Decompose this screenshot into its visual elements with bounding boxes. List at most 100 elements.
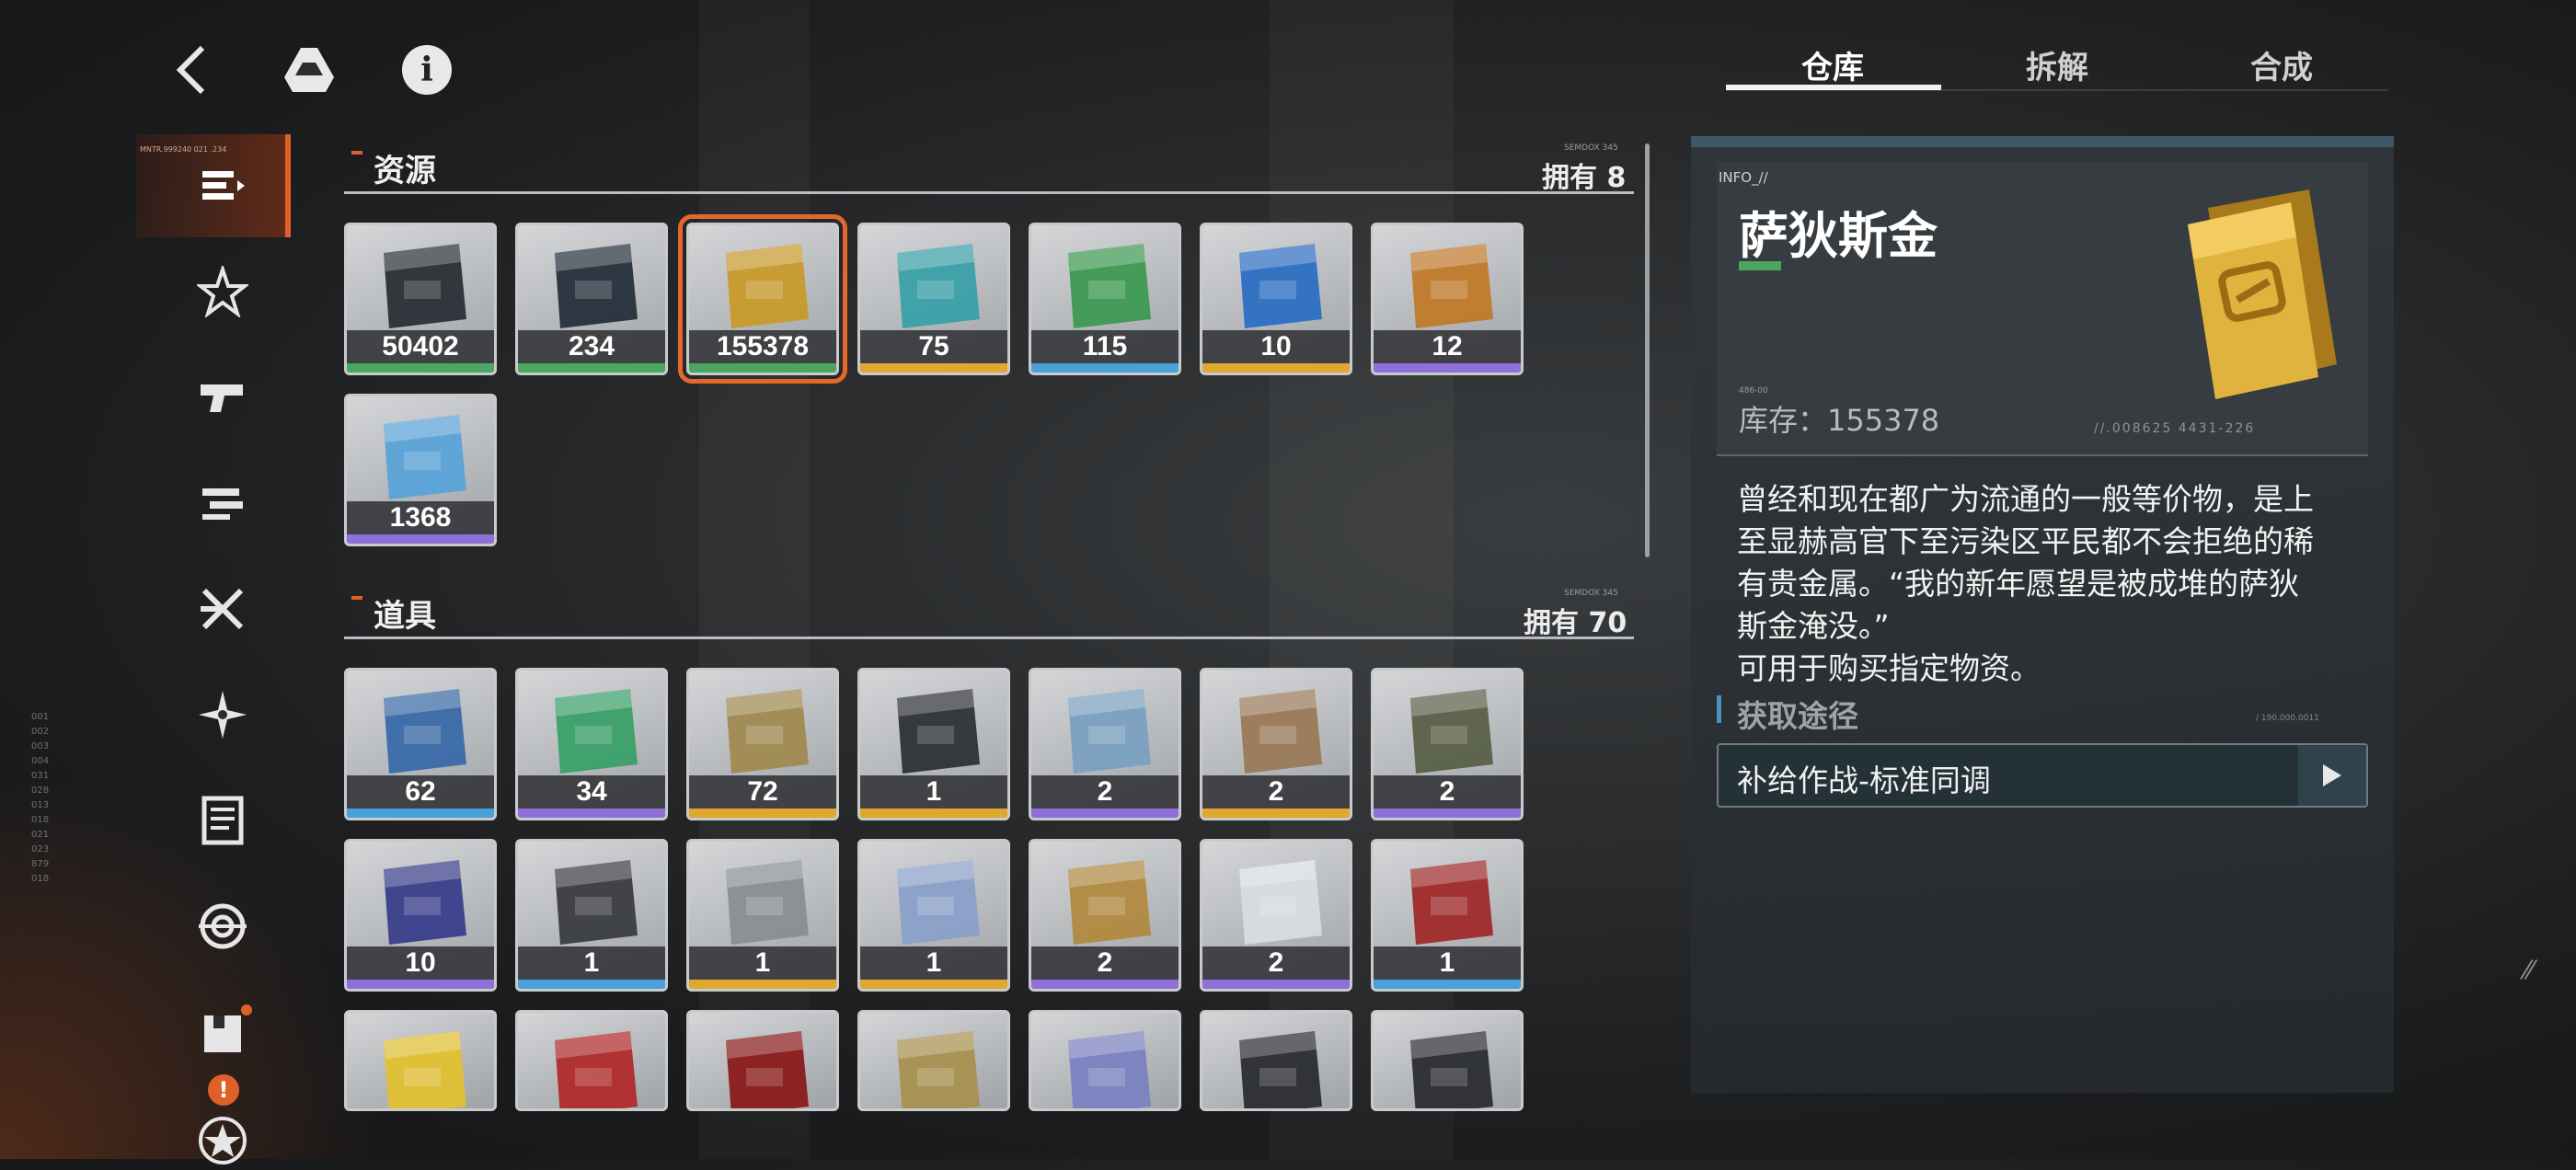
item-card[interactable]	[857, 1010, 1010, 1111]
item-card[interactable]: 1	[515, 839, 668, 992]
item-card[interactable]: 10	[344, 839, 497, 992]
rarity-strip	[1374, 980, 1521, 989]
hand-mirror-icon	[1055, 856, 1160, 948]
sidebar-item-weapons[interactable]	[193, 368, 252, 427]
rarity-strip	[1374, 363, 1521, 373]
item-card[interactable]: 34	[515, 668, 668, 820]
section-divider	[344, 637, 1634, 639]
ring-box-icon	[713, 1027, 818, 1108]
gold-bar-icon	[2134, 180, 2346, 410]
item-card[interactable]: 1	[1371, 839, 1524, 992]
rarity-strip	[689, 363, 836, 373]
data-card-green-icon	[542, 685, 647, 777]
item-card[interactable]: 12	[1371, 223, 1524, 375]
spiked-choker-icon	[1397, 1027, 1502, 1108]
rarity-strip	[1031, 980, 1179, 989]
item-quantity: 2	[1202, 946, 1350, 980]
item-card[interactable]	[344, 1010, 497, 1111]
sidebar-active-code: MNTR.999240 021 .234	[140, 145, 227, 154]
card-item-icon	[371, 240, 476, 332]
item-card[interactable]: 2	[1200, 839, 1352, 992]
info-button[interactable]: i	[397, 40, 456, 99]
item-card[interactable]	[1371, 1010, 1524, 1111]
item-card[interactable]: 1	[857, 668, 1010, 820]
section-title-props: 道具	[374, 598, 436, 635]
item-card[interactable]	[1200, 1010, 1352, 1111]
description-line: 可用于购买指定物资。	[1737, 650, 2041, 686]
rarity-strip	[689, 809, 836, 818]
stock-label: 库存：155378	[1739, 403, 1940, 438]
item-card[interactable]: 1	[857, 839, 1010, 992]
deco-code: 023	[31, 844, 50, 855]
section-sub-code: SEMDOX 345	[1564, 589, 1618, 598]
item-card[interactable]: 1	[686, 839, 839, 992]
source-mark	[1717, 695, 1721, 723]
warning-icon: !	[208, 1074, 239, 1106]
item-card[interactable]: 2	[1029, 839, 1181, 992]
item-card[interactable]: 2	[1029, 668, 1181, 820]
item-card[interactable]	[515, 1010, 668, 1111]
item-card[interactable]: 155378	[678, 214, 847, 384]
data-card-gold-icon	[713, 685, 818, 777]
back-button[interactable]	[162, 40, 221, 99]
sidebar-item-skills[interactable]	[193, 579, 252, 638]
rarity-strip	[347, 809, 494, 818]
item-card[interactable]: 234	[515, 223, 668, 375]
tab-dismantle[interactable]: 拆解	[2026, 42, 2088, 87]
source-label: 补给作战-标准同调	[1737, 763, 1991, 798]
vehicle-model-icon	[1397, 685, 1502, 777]
item-card[interactable]: 50402	[344, 223, 497, 375]
concert-ticket-icon	[371, 856, 476, 948]
item-quantity: 1	[518, 946, 665, 980]
tab-synthesize[interactable]: 合成	[2250, 42, 2313, 87]
ticket-icon	[1055, 240, 1160, 332]
item-card[interactable]: 72	[686, 668, 839, 820]
item-quantity: 234	[518, 330, 665, 363]
item-quantity: 62	[347, 775, 494, 809]
play-icon	[2323, 764, 2341, 786]
sidebar-item-medal[interactable]	[193, 1111, 252, 1170]
item-card[interactable]: 2	[1371, 668, 1524, 820]
notification-dot	[241, 1004, 252, 1015]
rarity-strip	[347, 980, 494, 989]
item-card[interactable]	[686, 1010, 839, 1111]
attachment-icon	[202, 488, 243, 520]
drive-button[interactable]	[280, 40, 339, 99]
sidebar-item-target[interactable]	[193, 897, 252, 956]
item-quantity: 75	[860, 330, 1007, 363]
x-sigil-icon	[201, 588, 244, 630]
item-quantity: 34	[518, 775, 665, 809]
coin-icon	[1226, 240, 1331, 332]
tab-warehouse[interactable]: 仓库	[1801, 42, 1864, 87]
right-deco-mark: ⁄⁄	[2524, 955, 2534, 985]
sidebar-item-parts[interactable]	[193, 474, 252, 533]
bracelet-icon	[1226, 1027, 1331, 1108]
pass-card-icon	[371, 411, 476, 503]
rarity-strip	[860, 980, 1007, 989]
stock-code: 486-00	[1739, 386, 1768, 396]
item-quantity: 10	[1202, 330, 1350, 363]
document-icon	[201, 796, 244, 845]
detail-panel-top	[1691, 136, 2394, 147]
item-card[interactable]: 2	[1200, 668, 1352, 820]
robot-pet-icon	[542, 856, 647, 948]
item-quantity: 1	[860, 946, 1007, 980]
item-card[interactable]: 10	[1200, 223, 1352, 375]
item-card[interactable]: 115	[1029, 223, 1181, 375]
item-card[interactable]	[1029, 1010, 1181, 1111]
scrollbar[interactable]	[1645, 143, 1650, 557]
item-card[interactable]: 75	[857, 223, 1010, 375]
target-icon	[199, 903, 247, 949]
item-quantity: 10	[347, 946, 494, 980]
sidebar-item-dolls[interactable]	[193, 262, 252, 321]
item-card[interactable]: 62	[344, 668, 497, 820]
deco-code: 879	[31, 859, 50, 869]
tab-active-indicator	[1726, 85, 1941, 90]
item-quantity: 1	[1374, 946, 1521, 980]
sidebar-item-resources-icon[interactable]	[193, 156, 252, 215]
source-go-button[interactable]	[2298, 745, 2366, 806]
sidebar-item-documents[interactable]	[193, 791, 252, 850]
sidebar-item-materials[interactable]	[193, 685, 252, 744]
rarity-strip	[1031, 809, 1179, 818]
item-card[interactable]: 1368	[344, 394, 497, 546]
